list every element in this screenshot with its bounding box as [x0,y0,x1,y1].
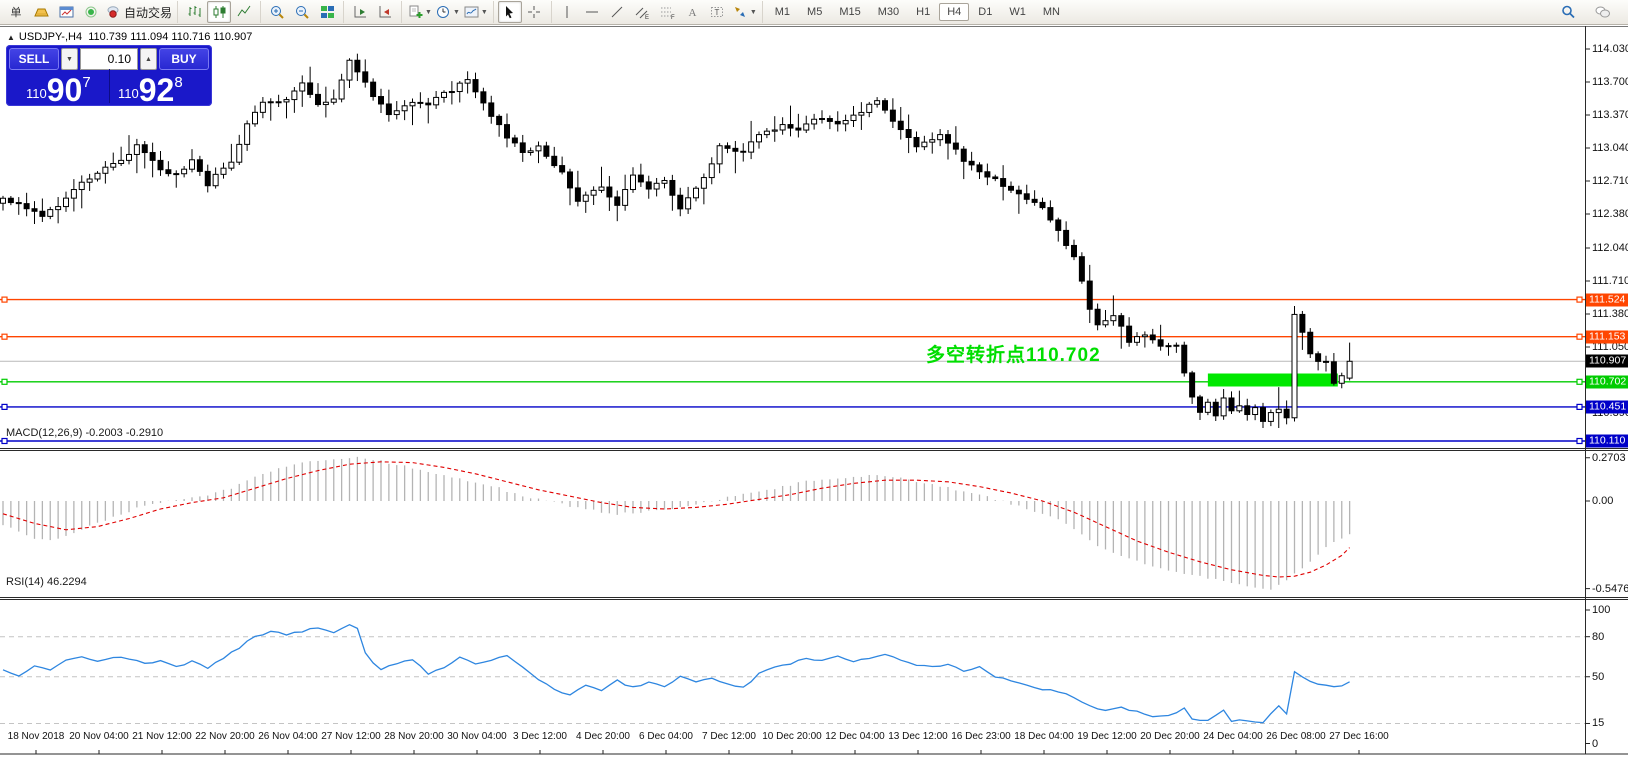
time-axis-label: 4 Dec 20:00 [576,731,630,742]
time-axis-label: 3 Dec 12:00 [513,731,567,742]
macd-axis-label: -0.5476 [1592,582,1628,595]
time-axis-label: 27 Nov 12:00 [321,731,381,742]
macd-main-value: -0.2003 [85,427,123,439]
time-axis-label: 13 Dec 12:00 [888,731,948,742]
time-axis-label: 20 Nov 04:00 [69,731,129,742]
time-axis-label: 18 Nov 2018 [7,731,65,742]
price-level-label: 110.702 [1586,375,1628,389]
rsi-axis-label: 50 [1592,670,1605,683]
price-level-label: 111.524 [1586,293,1628,307]
time-axis-label: 20 Dec 20:00 [1140,731,1200,742]
price-level-label: 110.907 [1586,354,1628,368]
time-axis-label: 26 Dec 08:00 [1266,731,1326,742]
price-axis-label: 114.030 [1592,43,1628,55]
price-axis-label: 112.710 [1592,175,1628,187]
price-axis-label: 111.710 [1592,275,1628,287]
time-axis-label: 26 Nov 04:00 [258,731,318,742]
macd-signal-value: -0.2910 [125,427,164,439]
price-axis-label: 112.040 [1592,242,1628,254]
time-axis-label: 6 Dec 04:00 [639,731,693,742]
rsi-indicator-label: RSI(14) 46.2294 [6,576,87,588]
price-axis-label: 112.380 [1592,208,1628,220]
time-axis-label: 27 Dec 16:00 [1329,731,1389,742]
macd-axis-label: 0.2703 [1592,451,1626,464]
price-axis-label: 113.370 [1592,109,1628,121]
time-axis-label: 7 Dec 12:00 [702,731,756,742]
time-axis-label: 19 Dec 12:00 [1077,731,1137,742]
rsi-axis-label: 0 [1592,737,1599,750]
price-axis-label: 113.700 [1592,76,1628,88]
time-axis-label: 16 Dec 23:00 [951,731,1011,742]
time-axis-label: 22 Nov 20:00 [195,731,255,742]
time-axis-label: 30 Nov 04:00 [447,731,507,742]
macd-indicator-label: MACD(12,26,9) -0.2003 -0.2910 [6,427,164,439]
rsi-value: 46.2294 [46,576,87,588]
price-axis-label: 111.380 [1592,308,1628,320]
time-axis-label: 28 Nov 20:00 [384,731,444,742]
macd-axis-label: 0.00 [1592,495,1614,507]
rsi-axis-label: 80 [1592,630,1605,643]
time-axis-label: 18 Dec 04:00 [1014,731,1074,742]
time-axis-label: 10 Dec 20:00 [762,731,822,742]
rsi-axis-label: 100 [1592,604,1611,616]
price-level-label: 110.451 [1586,400,1628,414]
time-axis-label: 24 Dec 04:00 [1203,731,1263,742]
rsi-axis-label: 15 [1592,717,1605,730]
price-level-label: 110.110 [1586,434,1628,448]
time-axis-label: 21 Nov 12:00 [132,731,192,742]
price-level-label: 111.153 [1586,330,1628,344]
time-axis-label: 12 Dec 04:00 [825,731,885,742]
labels-overlay: 多空转折点110.702 MACD(12,26,9) -0.2003 -0.29… [0,0,1628,771]
pivot-annotation-text: 多空转折点110.702 [926,345,1101,366]
price-axis-label: 113.040 [1592,142,1628,154]
